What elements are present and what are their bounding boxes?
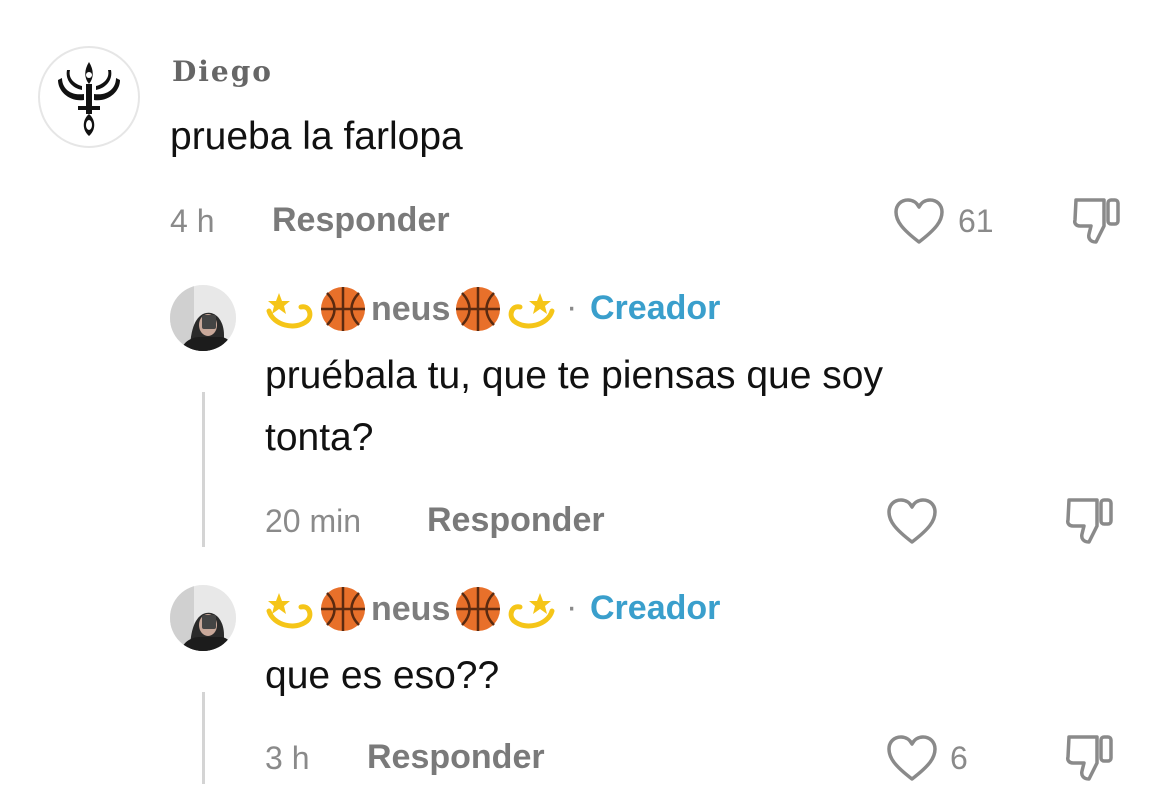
basketball-emoji [456, 287, 501, 331]
creator-badge: Creador [590, 589, 721, 627]
basketball-emoji [321, 587, 365, 631]
basketball-emoji [456, 587, 501, 631]
reply-username-text[interactable]: neus [371, 590, 450, 629]
basketball-emoji [321, 287, 365, 331]
thumbs-down-icon [1066, 735, 1113, 781]
thumbs-down-icon [1066, 498, 1113, 544]
reply-button[interactable]: Responder [427, 501, 605, 540]
thumbs-down-icon [1073, 198, 1120, 244]
reply-username-text[interactable]: neus [371, 290, 450, 329]
reply-text-line1: que es eso?? [265, 654, 500, 697]
like-button[interactable] [892, 196, 946, 251]
like-count: 61 [958, 203, 994, 239]
dislike-button[interactable] [1063, 494, 1117, 551]
dizzy-emoji [266, 593, 313, 629]
comment-username[interactable]: Diego [172, 55, 273, 88]
like-button[interactable] [885, 496, 939, 551]
reply-text-line1: pruébala tu, que te piensas que soy [265, 354, 883, 397]
avatar-neus[interactable] [170, 585, 236, 651]
comment-time: 4 h [170, 203, 215, 239]
reply-username[interactable]: neus [265, 285, 556, 333]
thread-line [202, 392, 205, 547]
dizzy-emoji [509, 293, 555, 329]
comment-text: prueba la farlopa [170, 115, 463, 158]
reply-time: 20 min [265, 503, 362, 539]
reply-button[interactable]: Responder [367, 738, 545, 777]
avatar-neus[interactable] [170, 285, 236, 351]
avatar-diego[interactable] [38, 46, 140, 148]
heart-outline-icon [887, 735, 937, 781]
reply-time: 3 h [265, 740, 310, 776]
separator-dot: · [566, 588, 578, 626]
tribal-logo-icon [58, 62, 120, 136]
reply-text-line2: tonta? [265, 416, 374, 459]
dislike-button[interactable] [1070, 194, 1124, 251]
dizzy-emoji [266, 293, 313, 329]
creator-badge: Creador [590, 289, 721, 327]
like-count: 6 [950, 740, 968, 776]
dizzy-emoji [509, 593, 555, 629]
profile-photo-icon [170, 585, 236, 651]
reply-username[interactable]: neus [265, 585, 556, 633]
heart-outline-icon [887, 498, 937, 544]
reply-button[interactable]: Responder [272, 201, 450, 240]
separator-dot: · [566, 288, 578, 326]
profile-photo-icon [170, 285, 236, 351]
thread-line [202, 692, 205, 784]
dislike-button[interactable] [1063, 731, 1117, 788]
heart-outline-icon [894, 198, 944, 244]
like-button[interactable] [885, 733, 939, 788]
